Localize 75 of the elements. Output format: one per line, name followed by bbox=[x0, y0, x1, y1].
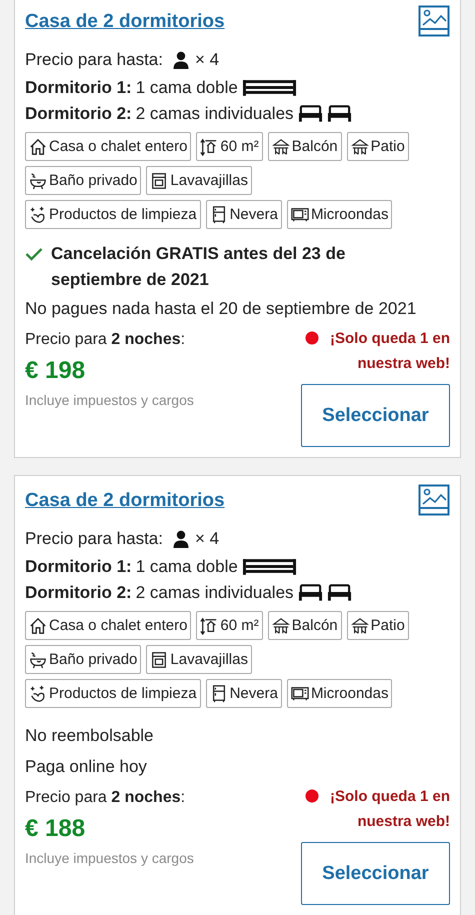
person-icon bbox=[172, 530, 189, 548]
sparkle-icon bbox=[29, 684, 47, 702]
policy-text: No reembolsable bbox=[25, 725, 155, 747]
bed-description: 2 camas individuales bbox=[136, 104, 294, 124]
facility-tag: Casa o chalet entero bbox=[25, 611, 192, 640]
person-icon bbox=[172, 51, 189, 69]
facility-tag: Baño privado bbox=[25, 645, 142, 674]
scarcity-message: ¡Solo queda 1 en nuestra web! bbox=[328, 329, 450, 374]
dishwasher-icon bbox=[150, 650, 168, 668]
facility-tag: Balcón bbox=[268, 132, 342, 161]
price-label: Precio para 2 noches: bbox=[25, 330, 186, 350]
facility-tag: 60 m² bbox=[196, 132, 263, 161]
bed-description: 2 camas individuales bbox=[136, 583, 294, 603]
bathtub-icon bbox=[29, 172, 47, 190]
policy-text: No pagues nada hasta el 20 de septiembre de 2021 bbox=[25, 298, 418, 320]
bed-description: 1 cama doble bbox=[136, 557, 238, 577]
checkmark-icon bbox=[25, 247, 43, 261]
occupancy-label: Precio para hasta: bbox=[25, 529, 163, 549]
image-icon[interactable] bbox=[418, 484, 450, 516]
select-button[interactable]: Seleccionar bbox=[301, 384, 450, 447]
occupancy-count: × 4 bbox=[194, 50, 220, 70]
microwave-icon bbox=[290, 206, 309, 224]
balcony-icon bbox=[272, 138, 290, 156]
price-label: Precio para 2 noches: bbox=[25, 788, 186, 808]
balcony-icon bbox=[350, 616, 369, 634]
occupancy-count: × 4 bbox=[194, 529, 220, 549]
balcony-icon bbox=[272, 616, 290, 634]
double-bed-icon bbox=[242, 79, 297, 97]
facility-tag: Casa o chalet entero bbox=[25, 132, 192, 161]
dishwasher-icon bbox=[150, 172, 168, 190]
balcony-icon bbox=[350, 138, 369, 156]
bedroom-label: Dormitorio 2: bbox=[25, 104, 132, 124]
house-icon bbox=[29, 616, 47, 634]
price: € 198 bbox=[25, 356, 86, 386]
floor-area-icon bbox=[200, 138, 218, 156]
single-bed-icon bbox=[298, 105, 323, 123]
select-button[interactable]: Seleccionar bbox=[301, 842, 450, 905]
microwave-icon bbox=[290, 684, 309, 702]
bathtub-icon bbox=[29, 650, 47, 668]
alert-dot-icon bbox=[305, 331, 319, 345]
facility-tag: Patio bbox=[346, 132, 409, 161]
price-note: Incluye impuestos y cargos bbox=[25, 392, 194, 408]
facility-tag: Nevera bbox=[206, 679, 282, 708]
facility-tag: 60 m² bbox=[196, 611, 263, 640]
bed-description: 1 cama doble bbox=[136, 78, 238, 98]
single-bed-icon bbox=[326, 584, 352, 602]
facility-tag: Lavavajillas bbox=[146, 645, 252, 674]
facility-tag: Productos de limpieza bbox=[25, 200, 201, 229]
facility-tag: Microondas bbox=[286, 200, 392, 229]
price: € 188 bbox=[25, 814, 86, 844]
single-bed-icon bbox=[298, 584, 323, 602]
sparkle-icon bbox=[29, 206, 47, 224]
room-title-link[interactable]: Casa de 2 dormitorios bbox=[25, 11, 225, 33]
bedroom-label: Dormitorio 1: bbox=[25, 557, 132, 577]
occupancy-label: Precio para hasta: bbox=[25, 50, 163, 70]
free-cancellation-text: Cancelación GRATIS antes del 23 de septiembre de 2021 bbox=[51, 243, 346, 291]
facility-tag: Microondas bbox=[286, 679, 392, 708]
scarcity-message: ¡Solo queda 1 en nuestra web! bbox=[328, 787, 450, 832]
facility-tag: Balcón bbox=[268, 611, 342, 640]
double-bed-icon bbox=[242, 558, 297, 576]
room-title-link[interactable]: Casa de 2 dormitorios bbox=[25, 490, 225, 512]
image-icon[interactable] bbox=[418, 5, 450, 37]
facility-tag: Baño privado bbox=[25, 166, 142, 195]
facility-tag: Nevera bbox=[206, 200, 282, 229]
policy-text: Paga online hoy bbox=[25, 756, 148, 778]
facility-tag: Lavavajillas bbox=[146, 166, 252, 195]
facility-tag: Patio bbox=[346, 611, 409, 640]
floor-area-icon bbox=[200, 616, 218, 634]
price-note: Incluye impuestos y cargos bbox=[25, 850, 194, 866]
alert-dot-icon bbox=[305, 789, 319, 803]
house-icon bbox=[29, 138, 47, 156]
single-bed-icon bbox=[326, 105, 352, 123]
bedroom-label: Dormitorio 1: bbox=[25, 78, 132, 98]
bedroom-label: Dormitorio 2: bbox=[25, 583, 132, 603]
facility-tag: Productos de limpieza bbox=[25, 679, 201, 708]
